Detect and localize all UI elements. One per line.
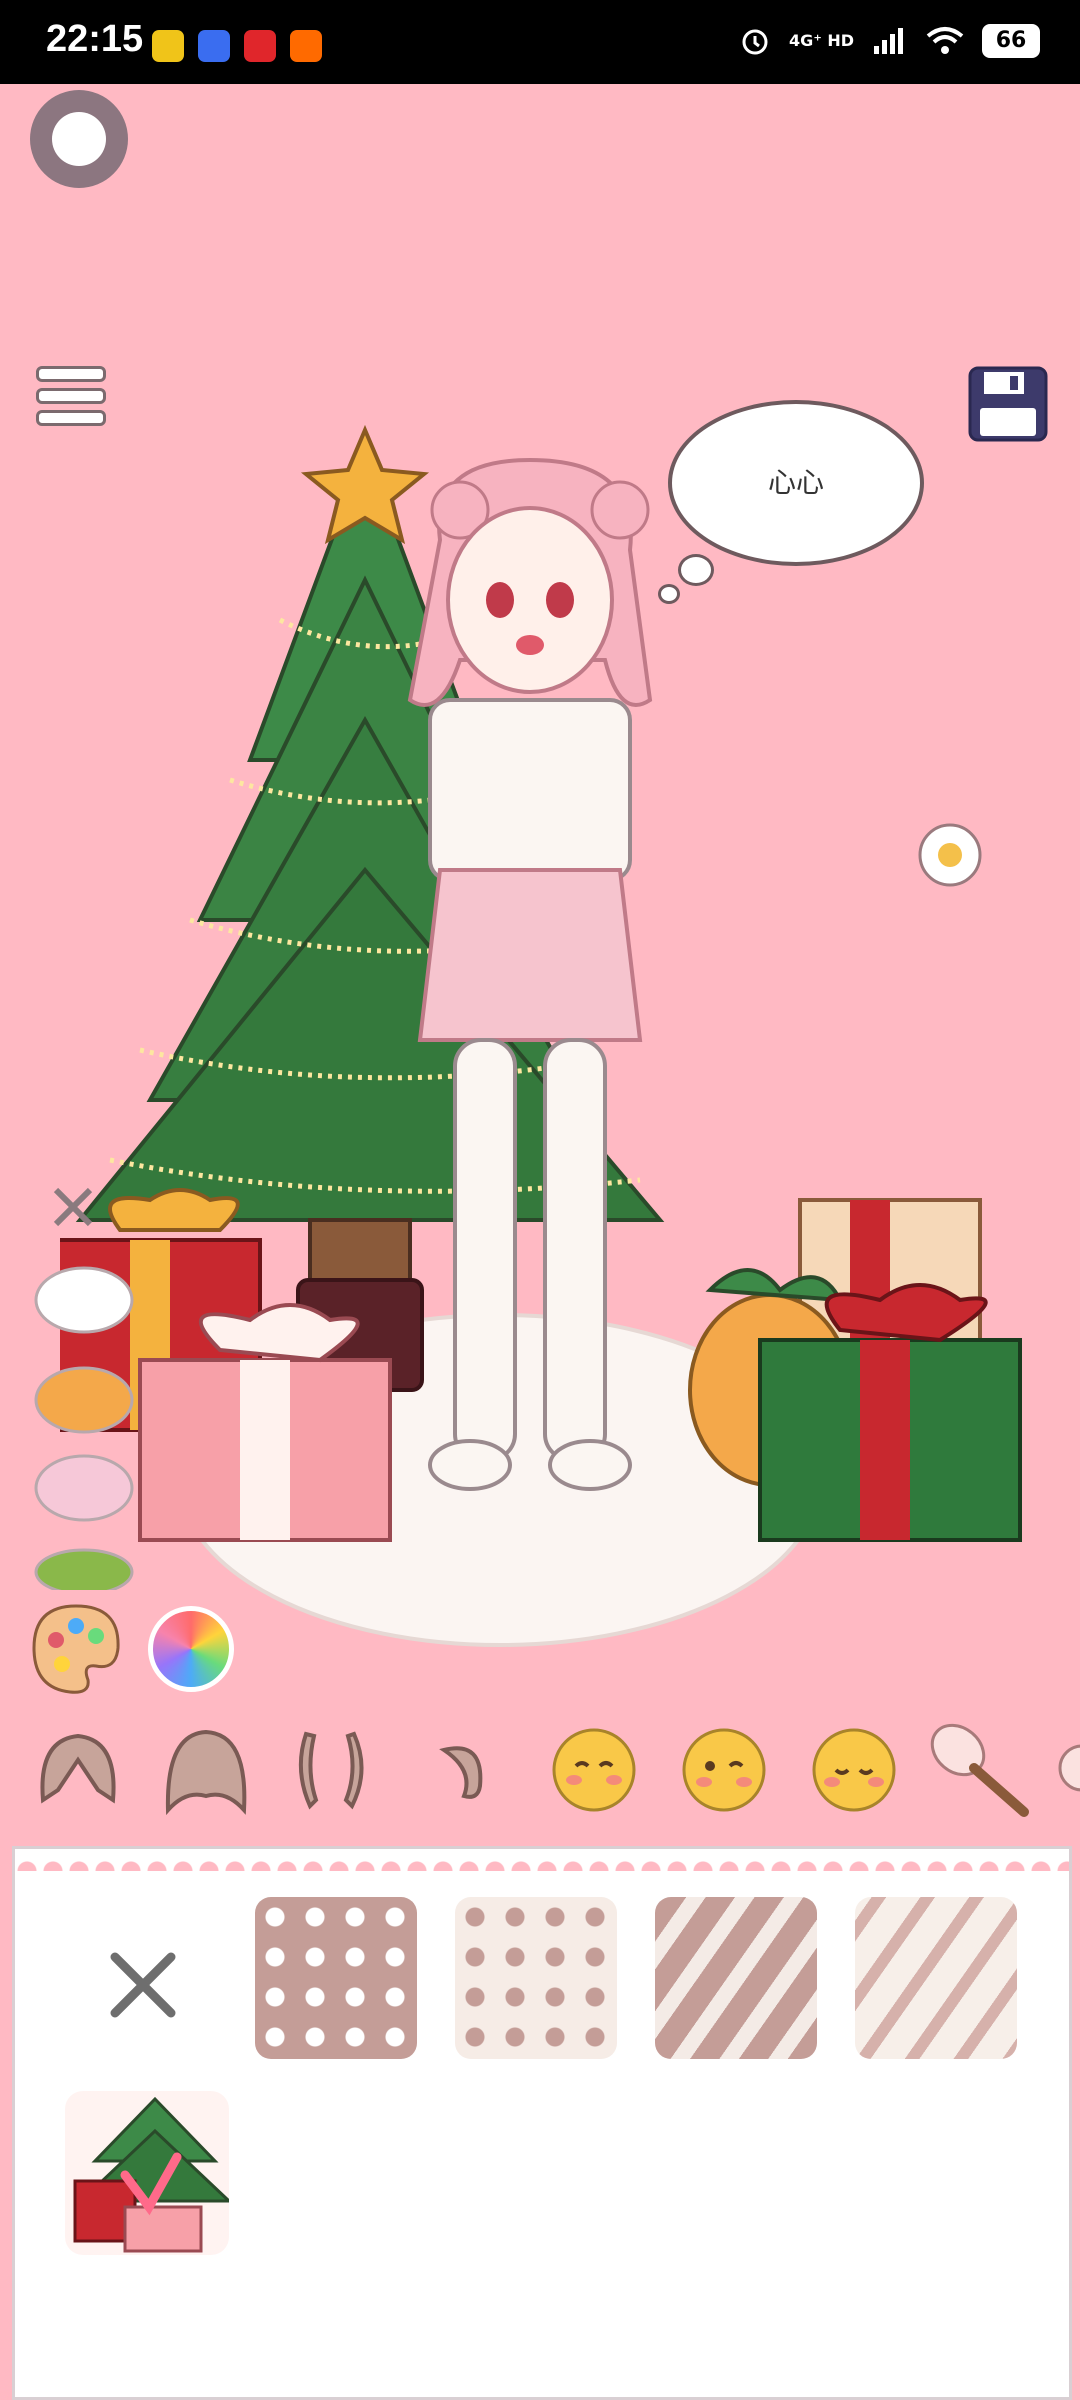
pattern-cream-brown-dots[interactable] [455,1897,617,2059]
app-notification-icon [152,30,184,62]
christmas-tree-thumbnail-icon [73,2096,229,2253]
face-wink-icon[interactable] [680,1720,768,1820]
dressup-scene [60,424,1022,1647]
side-hair-icon[interactable] [292,1720,372,1820]
daisy-decoration [918,823,982,887]
makeup-brush-icon[interactable] [928,1720,1038,1820]
options-panel [12,1846,1072,2400]
signal-icon [874,28,903,54]
close-icon [53,1187,93,1227]
notification-icons [152,30,322,62]
status-bar: 22:15 4G⁺ HD 66 [0,0,1080,84]
ahoge-icon[interactable] [434,1720,494,1820]
pattern-brown-white-dots[interactable] [255,1897,417,2059]
green-swatch [34,1548,134,1590]
thought-bubble: 心心 [668,400,924,566]
paper-tear-edge [15,1849,1069,1871]
wifi-icon [926,27,964,54]
thought-bubble-dot [678,554,714,586]
thought-bubble-dot [658,584,680,604]
pattern-light-stripes[interactable] [855,1897,1017,2059]
app-notification-icon [244,30,276,62]
battery-level: 66 [982,24,1040,58]
record-button[interactable] [30,90,128,188]
close-icon[interactable] [103,1945,183,2025]
face-blush-icon[interactable] [550,1720,638,1820]
network-type: 4G⁺ HD [789,31,854,50]
pink-swatch [34,1454,134,1522]
alarm-icon [742,29,768,55]
face-smile-icon[interactable] [810,1720,898,1820]
color-swatch-strip[interactable] [28,1180,148,1590]
orange-swatch [34,1366,134,1434]
hair-front-icon[interactable] [156,1720,256,1820]
app-notification-icon [290,30,322,62]
status-time: 22:15 [46,18,144,60]
pattern-brown-stripes[interactable] [655,1897,817,2059]
app-notification-icon [198,30,230,62]
white-swatch [34,1266,134,1334]
color-wheel-icon[interactable] [148,1606,234,1692]
category-bar [0,1700,1080,1840]
palette-icon[interactable] [30,1600,122,1696]
hair-back-icon[interactable] [28,1720,128,1820]
background-thumbnail-christmas[interactable] [65,2091,229,2255]
more-category-icon[interactable] [1052,1720,1080,1820]
